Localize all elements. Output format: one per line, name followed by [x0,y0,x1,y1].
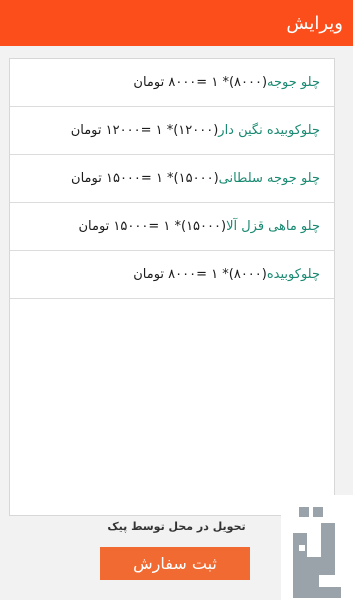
app-header: ویرایش [0,0,353,46]
order-panel: چلو جوجه (۸۰۰۰)* ۱ =۸۰۰۰ تومان چلوکوبیده… [9,58,335,516]
submit-order-button[interactable]: ثبت سفارش [100,547,250,580]
order-item-name: چلوکوبیده نگین دار [218,123,320,138]
store-watermark-svg [281,495,353,600]
order-item-formula: (۱۵۰۰۰)* ۱ =۱۵۰۰۰ تومان [78,219,227,234]
order-item-formula: (۱۲۰۰۰)* ۱ =۱۲۰۰۰ تومان [70,123,219,138]
app-screen: ویرایش چلو جوجه (۸۰۰۰)* ۱ =۸۰۰۰ تومان چل… [0,0,353,600]
order-item-name: چلو جوجه سلطانی [218,171,320,186]
order-row[interactable]: چلو جوجه (۸۰۰۰)* ۱ =۸۰۰۰ تومان [10,59,334,107]
order-item-name: چلوکوبیده [266,267,320,282]
order-row[interactable]: چلو ماهی قزل آلا (۱۵۰۰۰)* ۱ =۱۵۰۰۰ تومان [10,203,334,251]
order-item-formula: (۱۵۰۰۰)* ۱ =۱۵۰۰۰ تومان [71,171,219,186]
page-title: ویرایش [286,12,343,34]
order-item-name: چلو ماهی قزل آلا [226,219,320,234]
order-row[interactable]: چلو جوجه سلطانی (۱۵۰۰۰)* ۱ =۱۵۰۰۰ تومان [10,155,334,203]
order-list: چلو جوجه (۸۰۰۰)* ۱ =۸۰۰۰ تومان چلوکوبیده… [10,59,334,299]
order-item-formula: (۸۰۰۰)* ۱ =۸۰۰۰ تومان [133,75,268,90]
order-item-formula: (۸۰۰۰)* ۱ =۸۰۰۰ تومان [133,267,267,282]
order-row[interactable]: چلوکوبیده نگین دار (۱۲۰۰۰)* ۱ =۱۲۰۰۰ توم… [10,107,334,155]
store-watermark-icon [281,495,353,600]
order-item-name: چلو جوجه [267,75,320,90]
order-row[interactable]: چلوکوبیده (۸۰۰۰)* ۱ =۸۰۰۰ تومان [10,251,334,299]
